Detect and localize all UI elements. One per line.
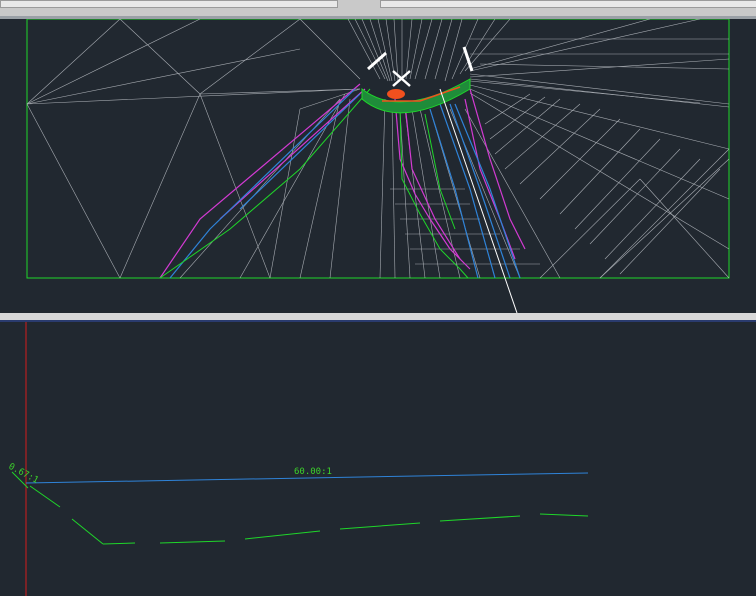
grading-band	[361, 78, 471, 114]
civil3d-workspace: 60.00:1 0.67:1	[0, 0, 756, 596]
plan-viewport[interactable]	[0, 19, 756, 313]
grade-label-side: 0.67:1	[7, 462, 40, 486]
title-bar	[0, 0, 756, 16]
viewport-splitter[interactable]	[0, 313, 756, 322]
viewport-tab-right[interactable]	[380, 0, 756, 8]
section-lines	[367, 46, 518, 313]
viewport-tab-left[interactable]	[0, 0, 338, 8]
grade-label-main: 60.00:1	[294, 467, 332, 477]
existing-ground-line-segment-2	[71, 518, 104, 545]
corridor-marker	[387, 89, 405, 99]
plan-drawing	[26, 19, 730, 313]
existing-ground-line-segment-1	[29, 485, 61, 508]
profile-viewport[interactable]: 60.00:1 0.67:1	[0, 322, 756, 596]
surface-mesh	[26, 19, 730, 279]
profile-drawing: 60.00:1 0.67:1	[7, 322, 589, 596]
existing-ground-dashed	[102, 513, 589, 545]
